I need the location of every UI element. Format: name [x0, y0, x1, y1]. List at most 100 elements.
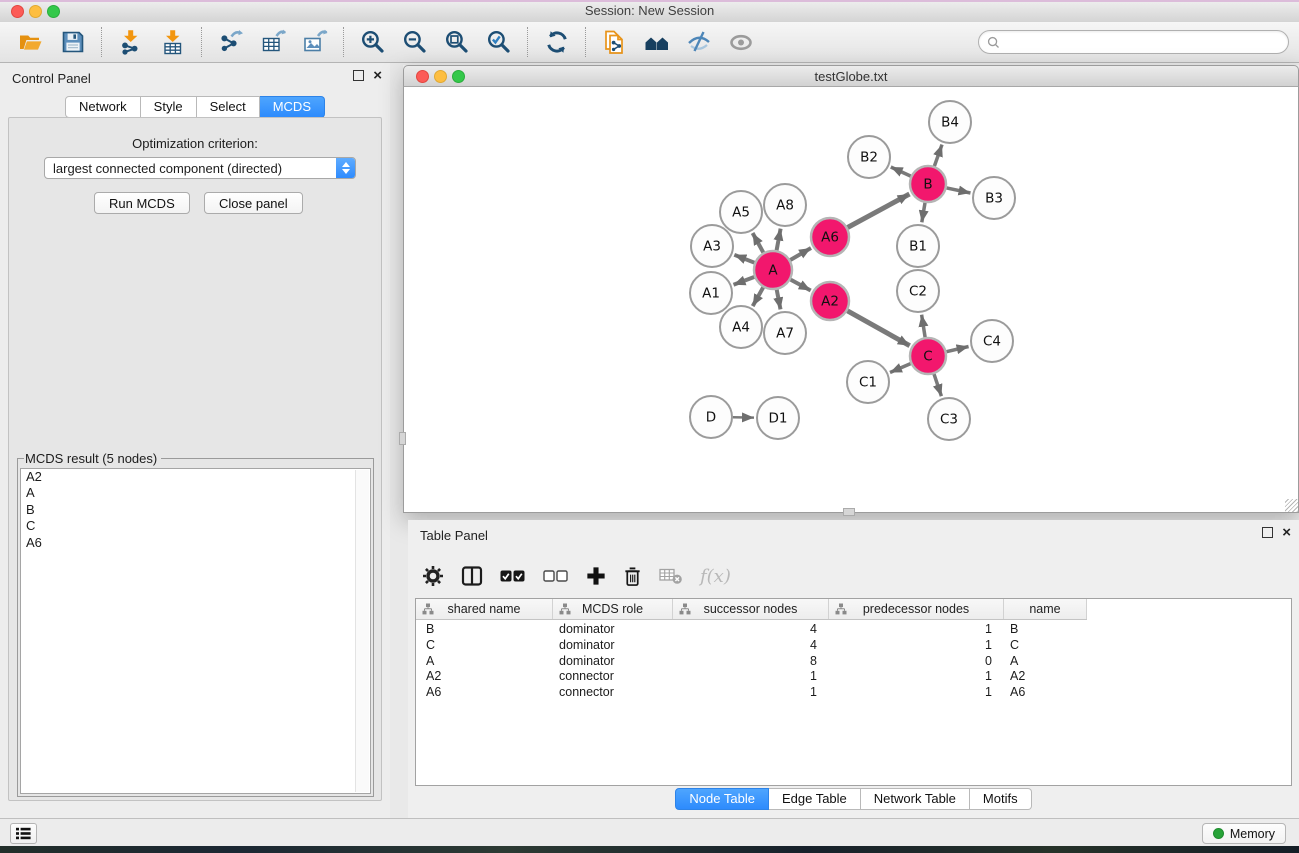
result-scrollbar[interactable]	[355, 470, 369, 792]
import-table-button[interactable]	[152, 25, 194, 59]
search-input[interactable]	[1005, 34, 1280, 50]
result-item-B[interactable]: B	[21, 502, 370, 518]
edge-A-A3[interactable]	[734, 255, 754, 263]
result-item-A6[interactable]: A6	[21, 535, 370, 551]
node-C2[interactable]: C2	[897, 270, 939, 312]
node-C4[interactable]: C4	[971, 320, 1013, 362]
table-tab-motifs[interactable]: Motifs	[970, 788, 1032, 810]
edge-B-B3[interactable]	[947, 188, 971, 193]
node-C1[interactable]: C1	[847, 361, 889, 403]
edge-A2-C[interactable]	[847, 311, 909, 346]
memory-button[interactable]: Memory	[1202, 823, 1286, 844]
node-A4[interactable]: A4	[720, 306, 762, 348]
open-session-button[interactable]	[10, 25, 52, 59]
edge-A-A1[interactable]	[734, 277, 755, 285]
tab-network[interactable]: Network	[65, 96, 141, 118]
node-B2[interactable]: B2	[848, 136, 890, 178]
table-tab-network-table[interactable]: Network Table	[861, 788, 970, 810]
new-network-from-selection-button[interactable]	[594, 25, 636, 59]
edge-A-A5[interactable]	[753, 233, 764, 253]
hide-selected-button[interactable]	[678, 25, 720, 59]
edge-C-C1[interactable]	[890, 364, 911, 373]
add-column-button[interactable]	[586, 566, 606, 586]
column-header-MCDS-role[interactable]: MCDS role	[553, 599, 673, 619]
table-tab-node-table[interactable]: Node Table	[675, 788, 769, 810]
edge-C-C3[interactable]	[934, 374, 941, 396]
node-B3[interactable]: B3	[973, 177, 1015, 219]
result-item-A[interactable]: A	[21, 485, 370, 501]
table-row[interactable]: A2connector11A2	[416, 668, 1291, 684]
tab-mcds[interactable]: MCDS	[260, 96, 325, 118]
zoom-out-button[interactable]	[394, 25, 436, 59]
node-B[interactable]: B	[910, 166, 946, 202]
bottom-splitter-handle[interactable]	[843, 508, 855, 516]
float-panel-icon[interactable]	[353, 70, 364, 81]
node-C[interactable]: C	[910, 338, 946, 374]
deselect-all-button[interactable]	[543, 567, 569, 585]
edge-B-B1[interactable]	[922, 203, 925, 223]
table-row[interactable]: Bdominator41B	[416, 621, 1291, 637]
column-header-name[interactable]: name	[1004, 599, 1087, 619]
close-panel-button[interactable]: Close panel	[204, 192, 303, 214]
table-row[interactable]: Adominator80A	[416, 653, 1291, 669]
node-D[interactable]: D	[690, 396, 732, 438]
column-layout-button[interactable]	[461, 565, 483, 587]
node-A7[interactable]: A7	[764, 312, 806, 354]
result-item-C[interactable]: C	[21, 518, 370, 534]
edge-A6-B[interactable]	[848, 194, 910, 228]
zoom-in-button[interactable]	[352, 25, 394, 59]
window-resize-grip[interactable]	[1285, 499, 1298, 512]
edge-C-C4[interactable]	[947, 347, 969, 352]
table-row[interactable]: A6connector11A6	[416, 684, 1291, 700]
node-D1[interactable]: D1	[757, 397, 799, 439]
task-history-button[interactable]	[10, 823, 37, 844]
node-B1[interactable]: B1	[897, 225, 939, 267]
tab-style[interactable]: Style	[141, 96, 197, 118]
node-A2[interactable]: A2	[811, 282, 849, 320]
import-network-button[interactable]	[110, 25, 152, 59]
table-tab-edge-table[interactable]: Edge Table	[769, 788, 861, 810]
edge-C-C2[interactable]	[922, 315, 926, 338]
close-panel-icon[interactable]: ×	[373, 70, 382, 81]
optimization-criterion-select[interactable]: largest connected component (directed)	[44, 157, 356, 179]
tab-select[interactable]: Select	[197, 96, 260, 118]
left-splitter-handle[interactable]	[399, 432, 406, 445]
close-table-panel-icon[interactable]: ×	[1282, 527, 1291, 538]
node-A5[interactable]: A5	[720, 191, 762, 233]
select-all-button[interactable]	[500, 567, 526, 585]
toolbar-divider	[201, 27, 203, 57]
save-session-button[interactable]	[52, 25, 94, 59]
node-A1[interactable]: A1	[690, 272, 732, 314]
result-item-A2[interactable]: A2	[21, 469, 370, 485]
export-network-button[interactable]	[210, 25, 252, 59]
node-C3[interactable]: C3	[928, 398, 970, 440]
table-settings-button[interactable]	[422, 565, 444, 587]
edge-B-B4[interactable]	[934, 145, 942, 167]
column-header-predecessor-nodes[interactable]: predecessor nodes	[829, 599, 1004, 619]
edge-A-A6[interactable]	[790, 248, 811, 260]
export-image-button[interactable]	[294, 25, 336, 59]
network-canvas[interactable]: A1 A3 A4 A5 A7 A8 B1 B2 B3B4 C1 C2 C3C4 D D1 A A6 A2 B C	[403, 87, 1299, 513]
edge-A-A4[interactable]	[753, 287, 764, 306]
edge-A-A2[interactable]	[791, 280, 811, 291]
column-header-shared-name[interactable]: shared name	[416, 599, 553, 619]
edge-A-A7[interactable]	[777, 290, 781, 310]
edge-A-A8[interactable]	[777, 229, 781, 251]
float-table-panel-icon[interactable]	[1262, 527, 1273, 538]
zoom-selected-button[interactable]	[478, 25, 520, 59]
first-neighbors-button[interactable]	[636, 25, 678, 59]
node-A8[interactable]: A8	[764, 184, 806, 226]
column-header-successor-nodes[interactable]: successor nodes	[673, 599, 829, 619]
node-A[interactable]: A	[754, 251, 792, 289]
node-A6[interactable]: A6	[811, 218, 849, 256]
table-row[interactable]: Cdominator41C	[416, 637, 1291, 653]
node-B4[interactable]: B4	[929, 101, 971, 143]
delete-column-button[interactable]	[623, 566, 642, 587]
show-all-button[interactable]	[720, 25, 762, 59]
export-table-button[interactable]	[252, 25, 294, 59]
zoom-fit-button[interactable]	[436, 25, 478, 59]
refresh-button[interactable]	[536, 25, 578, 59]
run-mcds-button[interactable]: Run MCDS	[94, 192, 190, 214]
node-A3[interactable]: A3	[691, 225, 733, 267]
edge-B-B2[interactable]	[891, 167, 911, 176]
